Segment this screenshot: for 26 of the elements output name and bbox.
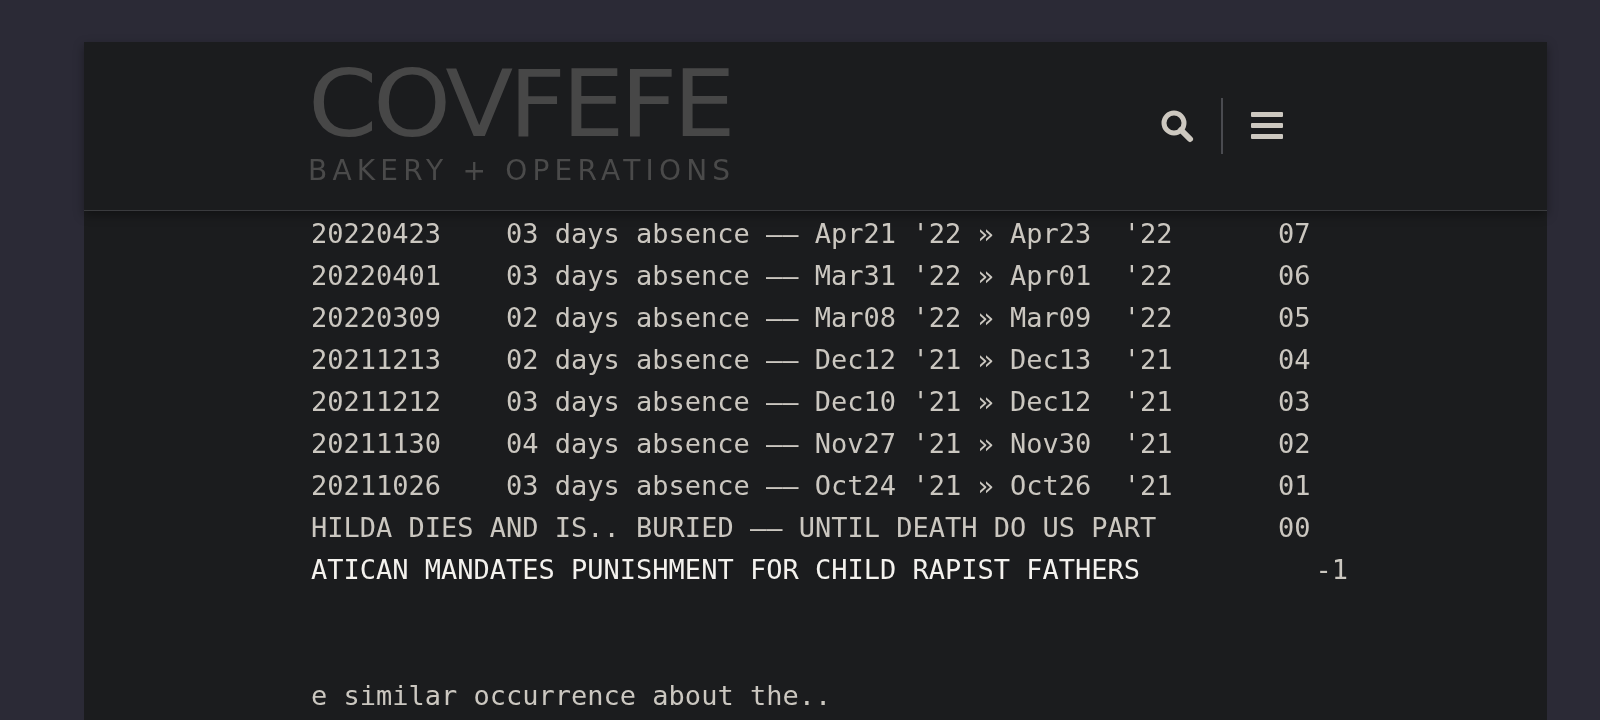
entry-code: 20211130 [311, 427, 443, 461]
entry-number: 00 [1278, 511, 1312, 545]
entry-number: 05 [1278, 301, 1312, 335]
entry-code: 20211212 [311, 385, 443, 419]
entry-code: 20211213 [311, 343, 443, 377]
entry-description: 03 days absence —— Apr21 '22 » Apr23 '22 [506, 217, 1174, 251]
entry-code: 20211026 [311, 469, 443, 503]
entry-description: 03 days absence —— Oct24 '21 » Oct26 '21 [506, 469, 1174, 503]
entry-code: 20220309 [311, 301, 443, 335]
entry-code: 20220423 [311, 217, 443, 251]
entry-number: 03 [1278, 385, 1312, 419]
entry-number: -1 [1314, 553, 1349, 587]
entry-description: 02 days absence —— Dec12 '21 » Dec13 '21 [506, 343, 1174, 377]
entry-number: 04 [1278, 343, 1312, 377]
entry-description: 04 days absence —— Nov27 '21 » Nov30 '21 [506, 427, 1174, 461]
entry-description: 03 days absence —— Dec10 '21 » Dec12 '21 [506, 385, 1174, 419]
entry-number: 01 [1278, 469, 1312, 503]
alert-headline: ATICAN MANDATES PUNISHMENT FOR CHILD RAPIST FATHERS [311, 553, 1142, 587]
entry-number: 02 [1278, 427, 1312, 461]
entry-code: 20220401 [311, 259, 443, 293]
entry-description: 02 days absence —— Mar08 '22 » Mar09 '22 [506, 301, 1174, 335]
entry-number: 07 [1278, 217, 1312, 251]
entry-number: 06 [1278, 259, 1312, 293]
entry-description: 03 days absence —— Mar31 '22 » Apr01 '22 [506, 259, 1174, 293]
footer-text: e similar occurrence about the.. [310, 679, 833, 713]
headline-text: HILDA DIES AND IS.. BURIED —— UNTIL DEATH DO US PART [311, 511, 1158, 545]
